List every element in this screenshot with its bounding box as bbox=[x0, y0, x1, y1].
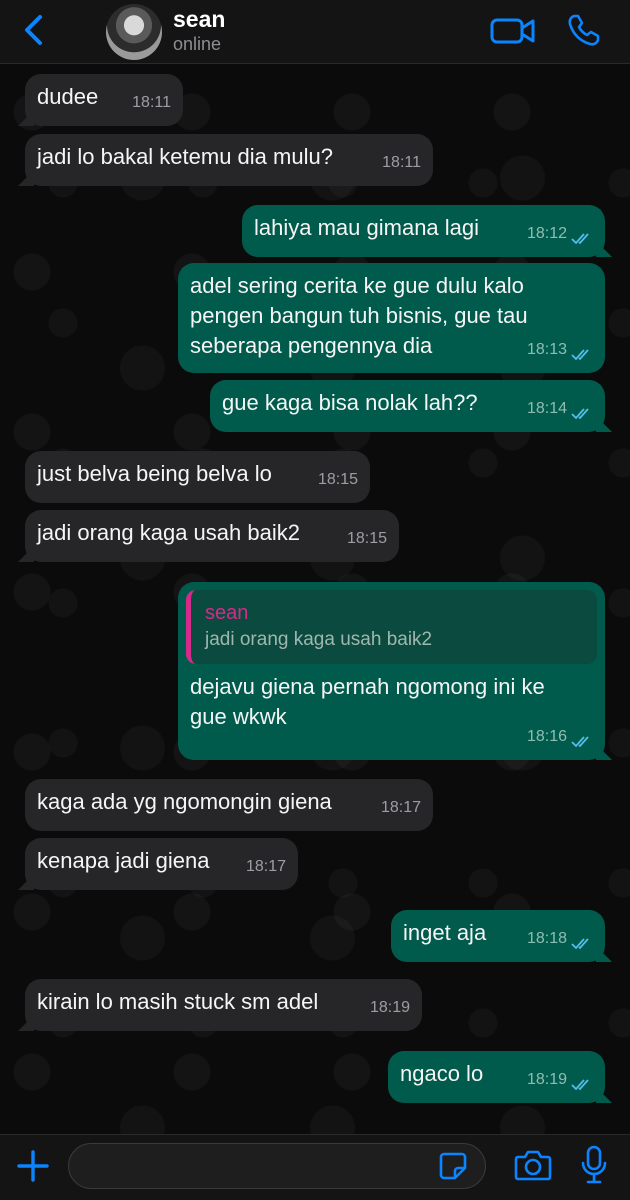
message-time: 18:15 bbox=[346, 530, 387, 547]
message-time: 18:17 bbox=[245, 858, 286, 875]
message-text: kenapa jadi giena bbox=[37, 848, 210, 873]
message-text: jadi orang kaga usah baik2 bbox=[37, 520, 300, 545]
double-check-icon bbox=[571, 227, 593, 245]
message-outgoing[interactable]: adel sering cerita ke gue dulu kalo peng… bbox=[178, 263, 605, 373]
message-time: 18:18 bbox=[527, 924, 593, 954]
quoted-message[interactable]: sean jadi orang kaga usah baik2 bbox=[186, 590, 597, 664]
sticker-icon[interactable] bbox=[438, 1151, 468, 1181]
message-text: lahiya mau gimana lagi bbox=[254, 215, 480, 240]
microphone-icon[interactable] bbox=[580, 1145, 608, 1185]
message-incoming[interactable]: kirain lo masih stuck sm adel 18:19 bbox=[25, 979, 422, 1031]
message-time: 18:19 bbox=[527, 1065, 593, 1095]
double-check-icon bbox=[571, 730, 593, 748]
input-bar bbox=[0, 1134, 630, 1200]
camera-icon[interactable] bbox=[514, 1147, 552, 1183]
message-text: jadi lo bakal ketemu dia mulu? bbox=[37, 144, 333, 169]
video-camera-icon[interactable] bbox=[490, 14, 536, 48]
message-text: kaga ada yg ngomongin giena bbox=[37, 789, 332, 814]
message-text: dejavu giena pernah ngomong ini ke gue w… bbox=[190, 674, 545, 729]
avatar[interactable] bbox=[106, 4, 162, 60]
contact-status: online bbox=[173, 34, 222, 54]
message-input[interactable] bbox=[68, 1143, 486, 1189]
message-time: 18:15 bbox=[317, 471, 358, 488]
message-incoming[interactable]: jadi lo bakal ketemu dia mulu? 18:11 bbox=[25, 134, 433, 186]
contact-name[interactable]: sean bbox=[173, 6, 225, 33]
quote-text: jadi orang kaga usah baik2 bbox=[205, 629, 433, 650]
message-incoming[interactable]: dudee 18:11 bbox=[25, 74, 183, 126]
plus-icon[interactable] bbox=[16, 1149, 50, 1183]
message-incoming[interactable]: just belva being belva lo 18:15 bbox=[25, 451, 370, 503]
message-outgoing-reply[interactable]: sean jadi orang kaga usah baik2 dejavu g… bbox=[178, 582, 605, 760]
message-time: 18:11 bbox=[132, 94, 171, 111]
message-time: 18:14 bbox=[527, 394, 593, 424]
double-check-icon bbox=[571, 1073, 593, 1091]
message-time: 18:17 bbox=[380, 799, 421, 816]
phone-icon[interactable] bbox=[566, 12, 602, 48]
message-outgoing[interactable]: gue kaga bisa nolak lah?? 18:14 bbox=[210, 380, 605, 432]
message-time: 18:13 bbox=[527, 335, 593, 365]
message-text: just belva being belva lo bbox=[37, 461, 272, 486]
message-time: 18:16 bbox=[527, 722, 593, 752]
message-incoming[interactable]: jadi orang kaga usah baik2 18:15 bbox=[25, 510, 399, 562]
message-time: 18:12 bbox=[527, 219, 593, 249]
message-incoming[interactable]: kenapa jadi giena 18:17 bbox=[25, 838, 298, 890]
chat-messages[interactable]: dudee 18:11 jadi lo bakal ketemu dia mul… bbox=[0, 64, 630, 1134]
message-text: adel sering cerita ke gue dulu kalo peng… bbox=[190, 273, 528, 358]
double-check-icon bbox=[571, 402, 593, 420]
message-text: gue kaga bisa nolak lah?? bbox=[222, 390, 478, 415]
message-outgoing[interactable]: inget aja 18:18 bbox=[391, 910, 605, 962]
message-text: kirain lo masih stuck sm adel bbox=[37, 989, 319, 1014]
message-incoming[interactable]: kaga ada yg ngomongin giena 18:17 bbox=[25, 779, 433, 831]
message-outgoing[interactable]: lahiya mau gimana lagi 18:12 bbox=[242, 205, 605, 257]
quote-author: sean bbox=[205, 602, 249, 624]
message-text: inget aja bbox=[403, 920, 487, 945]
double-check-icon bbox=[571, 932, 593, 950]
message-time: 18:11 bbox=[382, 154, 421, 171]
chevron-left-icon[interactable] bbox=[18, 12, 52, 48]
message-time: 18:19 bbox=[369, 999, 410, 1016]
message-text: ngaco lo bbox=[400, 1061, 484, 1086]
message-text: dudee bbox=[37, 84, 99, 109]
double-check-icon bbox=[571, 343, 593, 361]
chat-header: sean online bbox=[0, 0, 630, 64]
message-outgoing[interactable]: ngaco lo 18:19 bbox=[388, 1051, 605, 1103]
